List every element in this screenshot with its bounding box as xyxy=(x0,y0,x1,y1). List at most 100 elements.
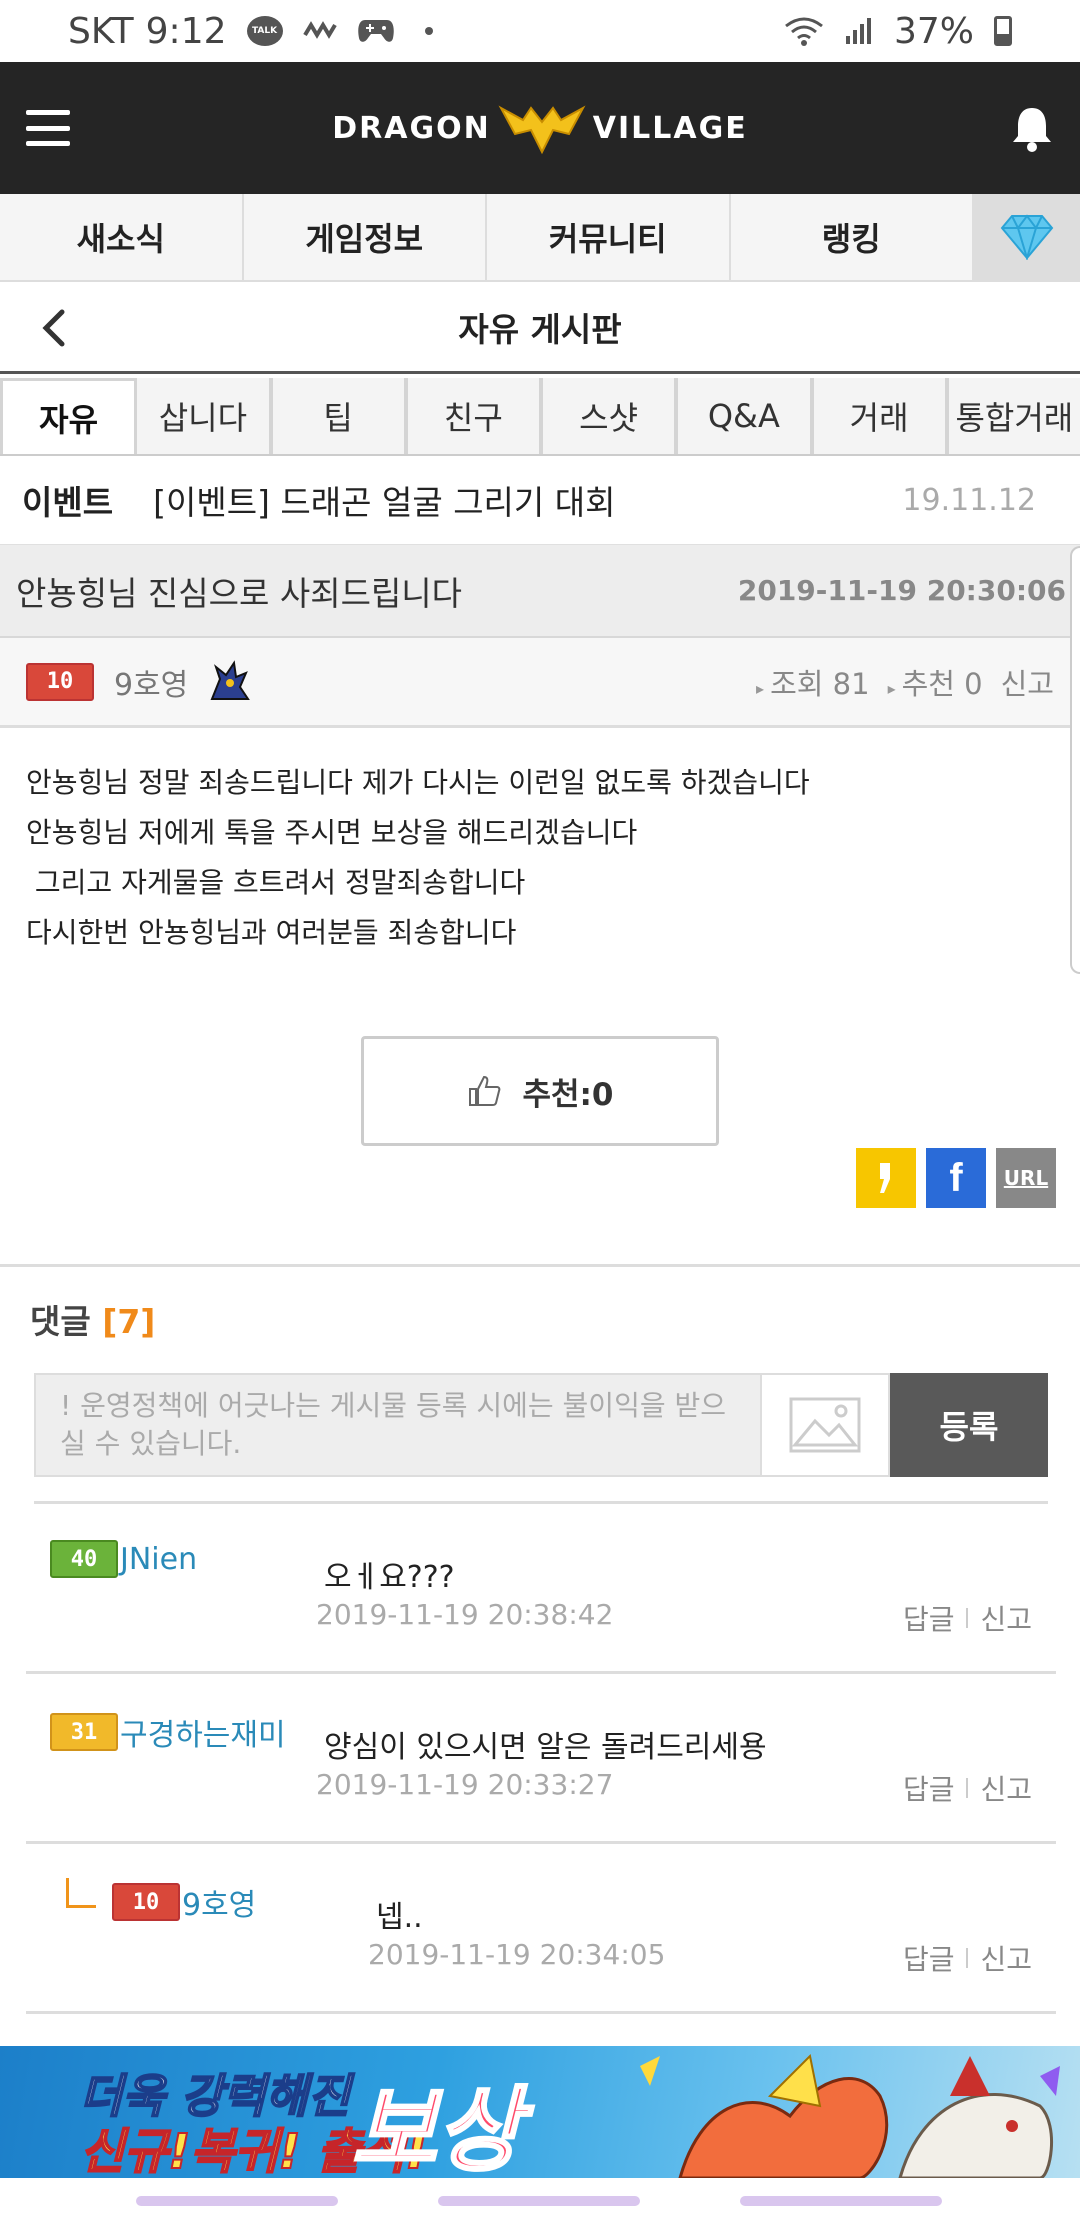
post-date: 2019-11-19 20:30:06 xyxy=(737,574,1066,607)
level-badge: 31 xyxy=(50,1713,118,1751)
post-body-line: 그리고 자게물을 흐트려서 정말죄송합니다 xyxy=(26,866,526,899)
kakao-story-icon xyxy=(880,1163,890,1193)
wave-icon xyxy=(302,21,337,39)
post-title: 안뇽힝님 진심으로 사죄드립니다 xyxy=(16,573,463,613)
nav-gem[interactable] xyxy=(974,194,1080,280)
level-badge: 10 xyxy=(26,662,94,701)
nav-hint-left xyxy=(136,2196,338,2206)
tab-buy[interactable]: 삽니다 xyxy=(137,378,273,454)
gamepad-icon xyxy=(357,20,394,42)
board-category-tabs: 자유 삽니다 팁 친구 스샷 Q&A 거래 통합거래 xyxy=(0,374,1080,456)
attach-image-button[interactable] xyxy=(762,1373,890,1477)
share-facebook-button[interactable]: f xyxy=(926,1148,986,1208)
post-author-row: 10 9호영 ▸ 조회 81 ▸ 추천 0 신고 xyxy=(0,638,1080,728)
report-button[interactable]: 신고 xyxy=(980,1768,1032,1808)
notification-dot-icon xyxy=(424,27,433,35)
post-author-name[interactable]: 9호영 xyxy=(114,660,188,704)
comment-input[interactable]: ! 운영정책에 어긋나는 게시물 등록 시에는 불이익을 받으실 수 있습니다. xyxy=(34,1373,762,1477)
gesture-nav-bar xyxy=(0,2192,1080,2220)
clock: 9:12 xyxy=(145,10,227,52)
report-link[interactable]: 신고 xyxy=(1001,661,1054,703)
reply-button[interactable]: 답글 xyxy=(903,1768,955,1808)
comment-submit-button[interactable]: 등록 xyxy=(890,1373,1048,1477)
post-body-line: 안뇽힝님 저에게 톡을 주시면 보상을 해드리겠습니다 xyxy=(26,816,638,849)
nav-news[interactable]: 새소식 xyxy=(0,194,244,280)
view-count: ▸ 조회 81 xyxy=(756,666,870,701)
recommend-button-label: 추천:0 xyxy=(522,1076,614,1113)
dragon-emblem-icon xyxy=(498,105,586,155)
comment-author[interactable]: 9호영 xyxy=(182,1880,256,1924)
board-title-bar: 자유 게시판 xyxy=(0,282,1080,374)
comment-text: 오ㅔ요??? xyxy=(324,1560,455,1595)
status-bar: SKT 9:12 TALK 37% xyxy=(0,0,1080,62)
dragon-illustration-icon xyxy=(640,2053,1060,2178)
reply-button[interactable]: 답글 xyxy=(903,1598,955,1638)
signal-icon xyxy=(845,18,871,44)
kakaotalk-icon: TALK xyxy=(246,16,283,46)
main-nav: 새소식 게임정보 커뮤니티 랭킹 xyxy=(0,194,1080,282)
logo-text-right: VILLAGE xyxy=(592,110,748,146)
image-icon xyxy=(789,1397,861,1453)
app-header: DRAGON VILLAGE xyxy=(0,62,1080,194)
share-kakao-button[interactable] xyxy=(856,1148,916,1208)
comment-date: 2019-11-19 20:38:42 xyxy=(316,1598,614,1631)
comment-text: 넵.. xyxy=(376,1900,423,1935)
report-button[interactable]: 신고 xyxy=(980,1598,1032,1638)
diamond-icon xyxy=(1000,214,1054,260)
logo-text-left: DRAGON xyxy=(332,110,491,146)
board-title: 자유 게시판 xyxy=(458,309,622,349)
side-scroll-handle[interactable] xyxy=(1070,546,1080,974)
level-badge: 10 xyxy=(112,1883,180,1921)
post-header: 안뇽힝님 진심으로 사죄드립니다 2019-11-19 20:30:06 xyxy=(0,544,1080,638)
event-notice[interactable]: 이벤트 [이벤트] 드래곤 얼굴 그리기 대회 19.11.12 xyxy=(0,456,1080,544)
event-date: 19.11.12 xyxy=(902,482,1036,518)
battery-percent: 37% xyxy=(893,10,974,52)
comment-form: ! 운영정책에 어긋나는 게시물 등록 시에는 불이익을 받으실 수 있습니다.… xyxy=(34,1373,1048,1477)
promo-banner[interactable]: 더욱 강력해진 신규!복귀! 출석! 보상 xyxy=(0,2046,1080,2178)
tab-friends[interactable]: 친구 xyxy=(407,378,543,454)
post-body-line: 다시한번 안뇽힝님과 여러분들 죄송합니다 xyxy=(26,916,517,949)
banner-highlight: 보상 xyxy=(350,2076,522,2179)
facebook-icon: f xyxy=(949,1155,963,1200)
dragon-village-logo[interactable]: DRAGON VILLAGE xyxy=(332,100,747,156)
comment-author[interactable]: JNien xyxy=(120,1542,197,1577)
event-label: 이벤트 xyxy=(22,483,114,522)
comment-item-reply: 10 9호영 넵.. 2019-11-19 20:34:05 답글 신고 xyxy=(26,1844,1056,2014)
dragon-avatar-icon xyxy=(210,659,251,700)
recommend-button[interactable]: 추천:0 xyxy=(361,1036,719,1146)
bell-icon[interactable] xyxy=(1010,104,1054,152)
report-button[interactable]: 신고 xyxy=(980,1938,1032,1978)
nav-hint-right xyxy=(740,2196,942,2206)
thumbs-up-icon xyxy=(469,1075,501,1106)
share-url-button[interactable]: URL xyxy=(996,1148,1056,1208)
wifi-icon xyxy=(785,17,823,46)
nav-ranking[interactable]: 랭킹 xyxy=(731,194,974,280)
back-chevron-icon[interactable] xyxy=(36,308,76,348)
battery-icon xyxy=(994,16,1012,46)
tab-trade[interactable]: 거래 xyxy=(813,378,949,454)
comment-author[interactable]: 구경하는재미 xyxy=(120,1710,286,1754)
tab-free[interactable]: 자유 xyxy=(0,378,138,454)
tab-screenshots[interactable]: 스샷 xyxy=(543,378,679,454)
comments-count: [7] xyxy=(102,1302,156,1341)
comment-text: 양심이 있으시면 알은 돌려드리세용 xyxy=(324,1730,767,1765)
comment-item: 31 구경하는재미 양심이 있으시면 알은 돌려드리세용 2019-11-19 … xyxy=(26,1674,1056,1844)
nav-hint-center xyxy=(438,2196,640,2206)
tab-qa[interactable]: Q&A xyxy=(678,378,814,454)
menu-icon[interactable] xyxy=(26,110,70,146)
reply-button[interactable]: 답글 xyxy=(903,1938,955,1978)
nav-game-info[interactable]: 게임정보 xyxy=(244,194,487,280)
comment-date: 2019-11-19 20:34:05 xyxy=(368,1938,666,1971)
tab-tips[interactable]: 팁 xyxy=(272,378,408,454)
recommend-count: ▸ 추천 0 xyxy=(887,666,983,701)
post-body-line: 안뇽힝님 정말 죄송드립니다 제가 다시는 이런일 없도록 하겠습니다 xyxy=(26,766,810,799)
comment-item: 40 JNien 오ㅔ요??? 2019-11-19 20:38:42 답글 신… xyxy=(26,1504,1056,1674)
nav-community[interactable]: 커뮤니티 xyxy=(487,194,731,280)
level-badge: 40 xyxy=(50,1540,118,1578)
post-body: 안뇽힝님 정말 죄송드립니다 제가 다시는 이런일 없도록 하겠습니다 안뇽힝님… xyxy=(0,728,1080,958)
carrier: SKT xyxy=(68,10,134,52)
tab-integrated-trade[interactable]: 통합거래 xyxy=(948,378,1080,454)
comment-date: 2019-11-19 20:33:27 xyxy=(316,1768,614,1801)
share-buttons: f URL xyxy=(0,1148,1080,1208)
reply-indent-icon xyxy=(66,1878,96,1908)
